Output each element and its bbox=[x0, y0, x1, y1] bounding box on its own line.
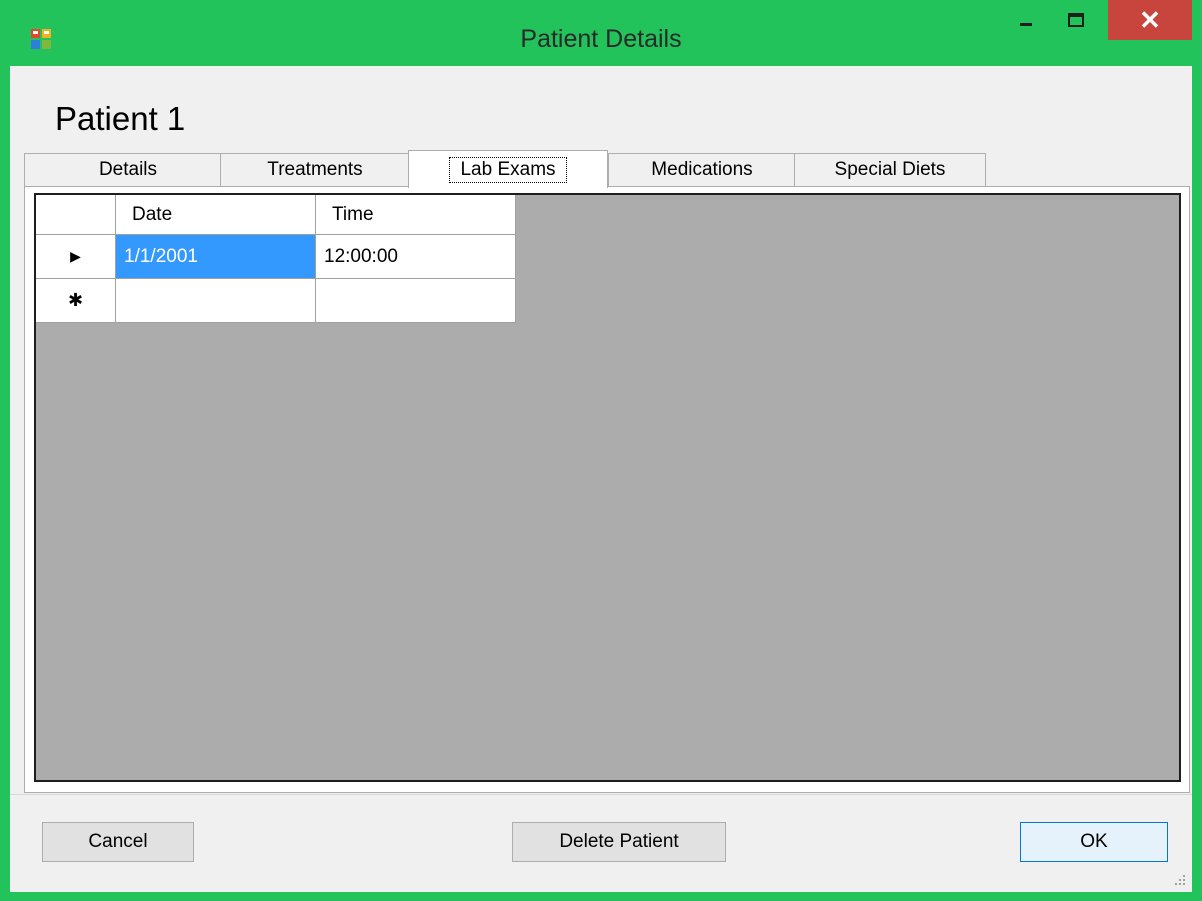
grid-cell-new-date[interactable] bbox=[116, 279, 316, 323]
tab-special-diets[interactable]: Special Diets bbox=[794, 153, 986, 186]
patient-details-window: Patient Details ✕ Patient 1 Details Trea… bbox=[0, 0, 1202, 901]
grid-cell-time[interactable]: 12:00:00 bbox=[316, 235, 516, 279]
tab-treatments[interactable]: Treatments bbox=[220, 153, 410, 186]
resize-grip-icon[interactable] bbox=[1172, 872, 1186, 886]
tab-label: Treatments bbox=[267, 159, 363, 180]
tab-label: Lab Exams bbox=[449, 156, 567, 183]
current-row-arrow-icon: ▶ bbox=[70, 248, 81, 264]
close-icon: ✕ bbox=[1139, 4, 1161, 35]
lab-exams-data-grid[interactable]: Date Time ▶ 1/1/2001 12:00:00 ✱ bbox=[34, 193, 1181, 782]
tab-medications[interactable]: Medications bbox=[608, 153, 796, 186]
ok-button[interactable]: OK bbox=[1020, 822, 1168, 862]
column-header-date[interactable]: Date bbox=[116, 195, 316, 235]
cancel-button[interactable]: Cancel bbox=[42, 822, 194, 862]
new-row-asterisk-icon: ✱ bbox=[67, 290, 84, 310]
tab-details[interactable]: Details bbox=[24, 153, 232, 186]
tab-label: Special Diets bbox=[834, 159, 946, 180]
tab-label: Details bbox=[98, 159, 158, 180]
grid-cell-new-time[interactable] bbox=[316, 279, 516, 323]
delete-patient-button[interactable]: Delete Patient bbox=[512, 822, 726, 862]
patient-name-heading: Patient 1 bbox=[55, 100, 186, 137]
maximize-button[interactable] bbox=[1056, 0, 1096, 40]
lab-exams-tab-panel: Date Time ▶ 1/1/2001 12:00:00 ✱ bbox=[24, 186, 1190, 793]
close-button[interactable]: ✕ bbox=[1108, 0, 1192, 40]
grid-cell-date[interactable]: 1/1/2001 bbox=[116, 235, 316, 279]
minimize-button[interactable] bbox=[1006, 0, 1046, 40]
title-bar[interactable]: Patient Details ✕ bbox=[0, 0, 1202, 64]
row-header-current[interactable]: ▶ bbox=[36, 235, 116, 279]
grid-corner-header[interactable] bbox=[36, 195, 116, 235]
row-header-new[interactable]: ✱ bbox=[36, 279, 116, 323]
tab-label: Medications bbox=[651, 159, 753, 180]
tab-lab-exams[interactable]: Lab Exams bbox=[408, 150, 608, 188]
dialog-client-area: Patient 1 Details Treatments Lab Exams M… bbox=[10, 66, 1192, 892]
column-header-time[interactable]: Time bbox=[316, 195, 516, 235]
maximize-icon bbox=[1068, 13, 1084, 27]
minimize-icon bbox=[1020, 23, 1032, 26]
footer-divider bbox=[10, 794, 1192, 795]
